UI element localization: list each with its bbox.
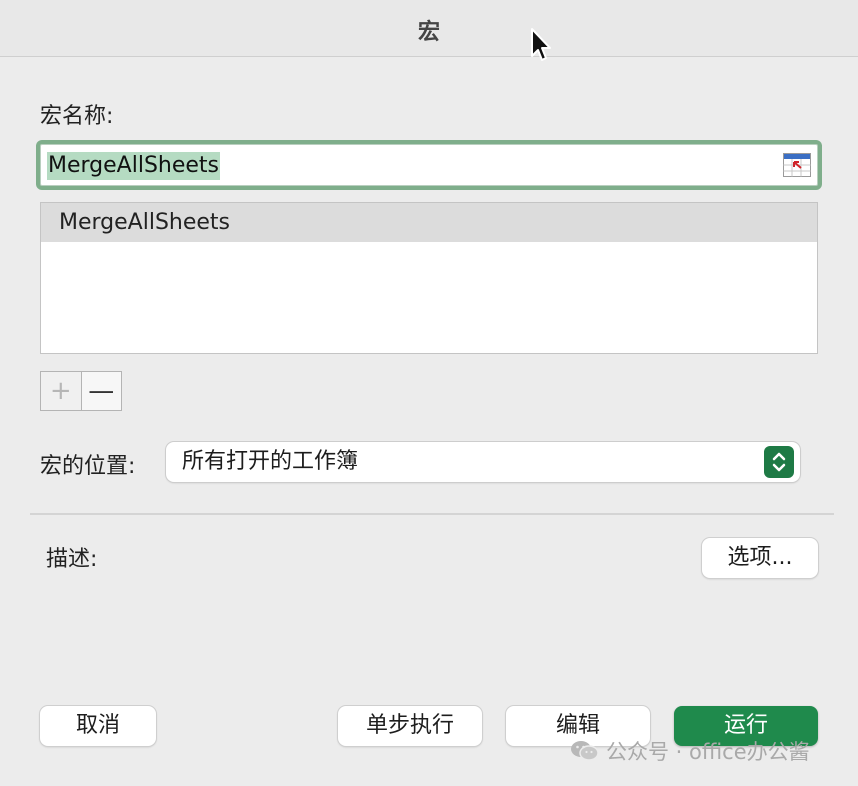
dialog-titlebar: 宏 bbox=[0, 0, 858, 57]
select-stepper[interactable] bbox=[764, 446, 794, 478]
dialog-title: 宏 bbox=[417, 20, 440, 45]
watermark-text: 公众号 · office办公酱 bbox=[606, 740, 810, 764]
section-divider bbox=[30, 513, 834, 515]
list-item[interactable]: MergeAllSheets bbox=[41, 203, 817, 242]
macro-list[interactable]: MergeAllSheets bbox=[40, 202, 818, 354]
add-macro-button[interactable]: + bbox=[41, 372, 82, 410]
macro-name-focus-ring: MergeAllSheets bbox=[36, 140, 822, 190]
list-add-remove-control: + — bbox=[40, 371, 122, 411]
step-into-button[interactable]: 单步执行 bbox=[338, 706, 482, 746]
location-selected-value: 所有打开的工作簿 bbox=[182, 449, 359, 474]
location-label: 宏的位置: bbox=[40, 454, 136, 479]
location-select[interactable]: 所有打开的工作簿 bbox=[166, 442, 800, 482]
watermark: 公众号 · office办公酱 bbox=[570, 736, 810, 766]
description-label: 描述: bbox=[46, 547, 98, 572]
options-button[interactable]: 选项... bbox=[702, 538, 818, 578]
macro-name-value: MergeAllSheets bbox=[47, 152, 221, 180]
cancel-button[interactable]: 取消 bbox=[40, 706, 156, 746]
range-select-icon[interactable] bbox=[783, 153, 811, 177]
remove-macro-button[interactable]: — bbox=[81, 372, 121, 410]
mouse-cursor-icon bbox=[531, 28, 551, 61]
macro-name-label: 宏名称: bbox=[40, 104, 114, 129]
chevron-up-down-icon bbox=[772, 452, 786, 472]
wechat-icon bbox=[571, 741, 599, 761]
macro-name-input[interactable]: MergeAllSheets bbox=[40, 144, 818, 186]
